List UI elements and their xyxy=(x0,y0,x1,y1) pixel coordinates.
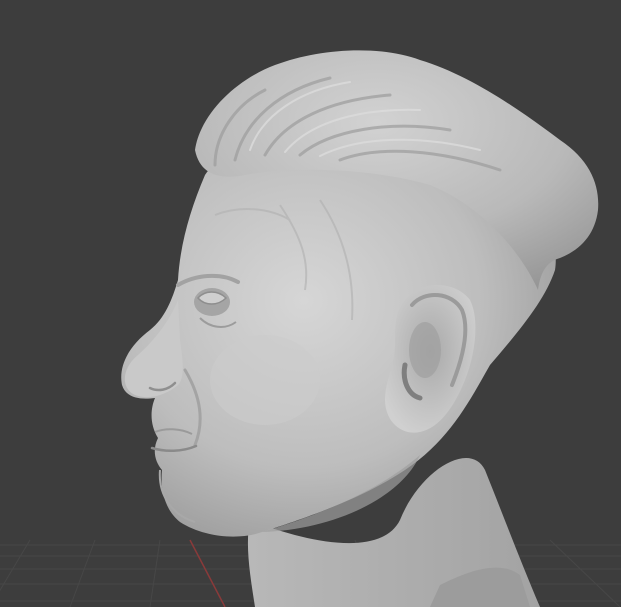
cheek xyxy=(210,335,320,425)
ear-concha xyxy=(409,322,441,378)
3d-viewport[interactable] xyxy=(0,0,621,607)
x-axis-line xyxy=(189,539,226,607)
viewport-canvas[interactable] xyxy=(0,0,621,607)
